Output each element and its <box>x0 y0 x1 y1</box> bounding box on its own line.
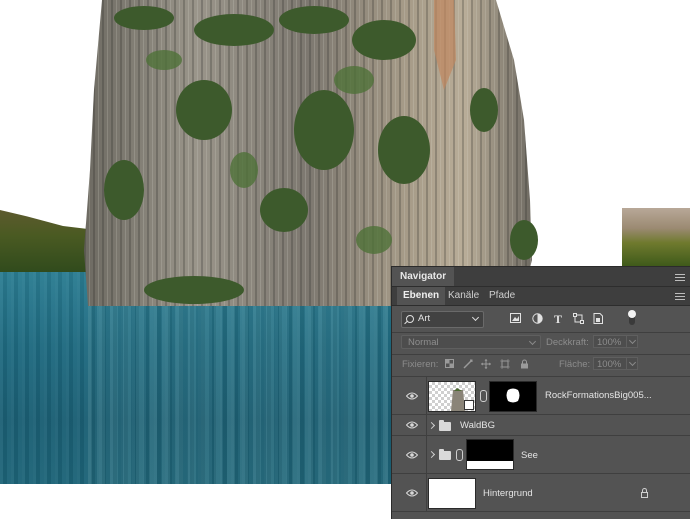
divider <box>426 474 427 511</box>
fill-slider-button[interactable] <box>626 357 638 370</box>
layer-thumbnail[interactable] <box>428 381 476 412</box>
blend-mode-value: Normal <box>408 337 439 348</box>
lock-image-pixels-icon[interactable] <box>463 359 473 369</box>
navigator-tab-bar: Navigator <box>392 267 690 287</box>
layer-filter-toolbar: Art T <box>392 306 690 332</box>
eye-icon[interactable] <box>406 489 418 497</box>
layers-tab-bar: Ebenen Kanäle Pfade <box>392 287 690 306</box>
forest-hill-left <box>0 210 90 274</box>
lock-all-icon[interactable] <box>519 359 529 369</box>
adjustment-filter-icon[interactable] <box>531 313 543 325</box>
opacity-field[interactable]: 100% <box>593 335 627 348</box>
layer-row-waldbg[interactable]: WaldBG <box>392 415 690 436</box>
type-filter-icon[interactable]: T <box>552 313 564 325</box>
shape-filter-icon[interactable] <box>572 313 584 325</box>
link-icon[interactable] <box>480 390 487 402</box>
opacity-slider-button[interactable] <box>626 335 638 348</box>
rock-reflection <box>88 300 388 484</box>
lock-position-icon[interactable] <box>481 359 491 369</box>
tab-navigator[interactable]: Navigator <box>392 267 455 286</box>
lock-transparent-pixels-icon[interactable] <box>444 359 454 369</box>
lock-row: Fixieren: Fläche: 100% <box>392 355 690 375</box>
filter-kind-select[interactable]: Art <box>401 311 484 328</box>
chevron-right-icon[interactable] <box>427 421 436 430</box>
tab-kanaele[interactable]: Kanäle <box>442 287 485 305</box>
forest-hill-right <box>622 208 690 266</box>
fill-label: Fläche: <box>559 359 591 370</box>
divider <box>426 436 427 473</box>
layer-name: WaldBG <box>460 420 496 431</box>
lock-icon <box>641 488 648 498</box>
layer-list: RockFormationsBig005... WaldBG See Hinte… <box>392 377 690 519</box>
layer-name: RockFormationsBig005... <box>545 390 652 401</box>
filter-toggle[interactable] <box>628 310 636 325</box>
chevron-down-icon <box>528 337 537 346</box>
chevron-right-icon[interactable] <box>427 450 436 459</box>
layer-name: See <box>521 450 538 461</box>
smart-object-badge-icon <box>464 400 474 410</box>
layer-mask-thumbnail[interactable] <box>489 381 537 412</box>
image-filter-icon[interactable] <box>509 313 521 325</box>
folder-icon <box>439 449 451 460</box>
tab-pfade[interactable]: Pfade <box>483 287 521 305</box>
lock-label: Fixieren: <box>402 359 439 370</box>
chevron-down-icon <box>471 313 480 322</box>
eye-icon[interactable] <box>406 392 418 400</box>
layers-menu-icon[interactable] <box>675 293 685 301</box>
group-mask-thumbnail[interactable] <box>466 439 514 470</box>
folder-icon <box>439 420 451 431</box>
layer-row-hintergrund[interactable]: Hintergrund <box>392 474 690 512</box>
layers-panel: Navigator Ebenen Kanäle Pfade Art T Norm… <box>391 266 690 519</box>
link-icon[interactable] <box>456 449 463 461</box>
lock-artboard-icon[interactable] <box>500 359 510 369</box>
blend-row: Normal Deckkraft: 100% <box>392 333 690 353</box>
rock-formation <box>84 0 538 306</box>
fill-field[interactable]: 100% <box>593 357 627 370</box>
layer-thumbnail[interactable] <box>428 478 476 509</box>
layer-row-rockformations[interactable]: RockFormationsBig005... <box>392 377 690 415</box>
tab-ebenen[interactable]: Ebenen <box>397 287 446 305</box>
search-icon <box>406 315 414 323</box>
opacity-label: Deckkraft: <box>546 337 589 348</box>
smart-object-filter-icon[interactable] <box>592 313 604 325</box>
layer-row-see[interactable]: See <box>392 436 690 474</box>
blend-mode-select[interactable]: Normal <box>401 335 541 349</box>
divider <box>426 377 427 414</box>
panel-menu-icon[interactable] <box>675 274 685 282</box>
layer-name: Hintergrund <box>483 488 533 499</box>
filter-kind-value: Art <box>418 313 431 324</box>
eye-icon[interactable] <box>406 421 418 429</box>
eye-icon[interactable] <box>406 451 418 459</box>
